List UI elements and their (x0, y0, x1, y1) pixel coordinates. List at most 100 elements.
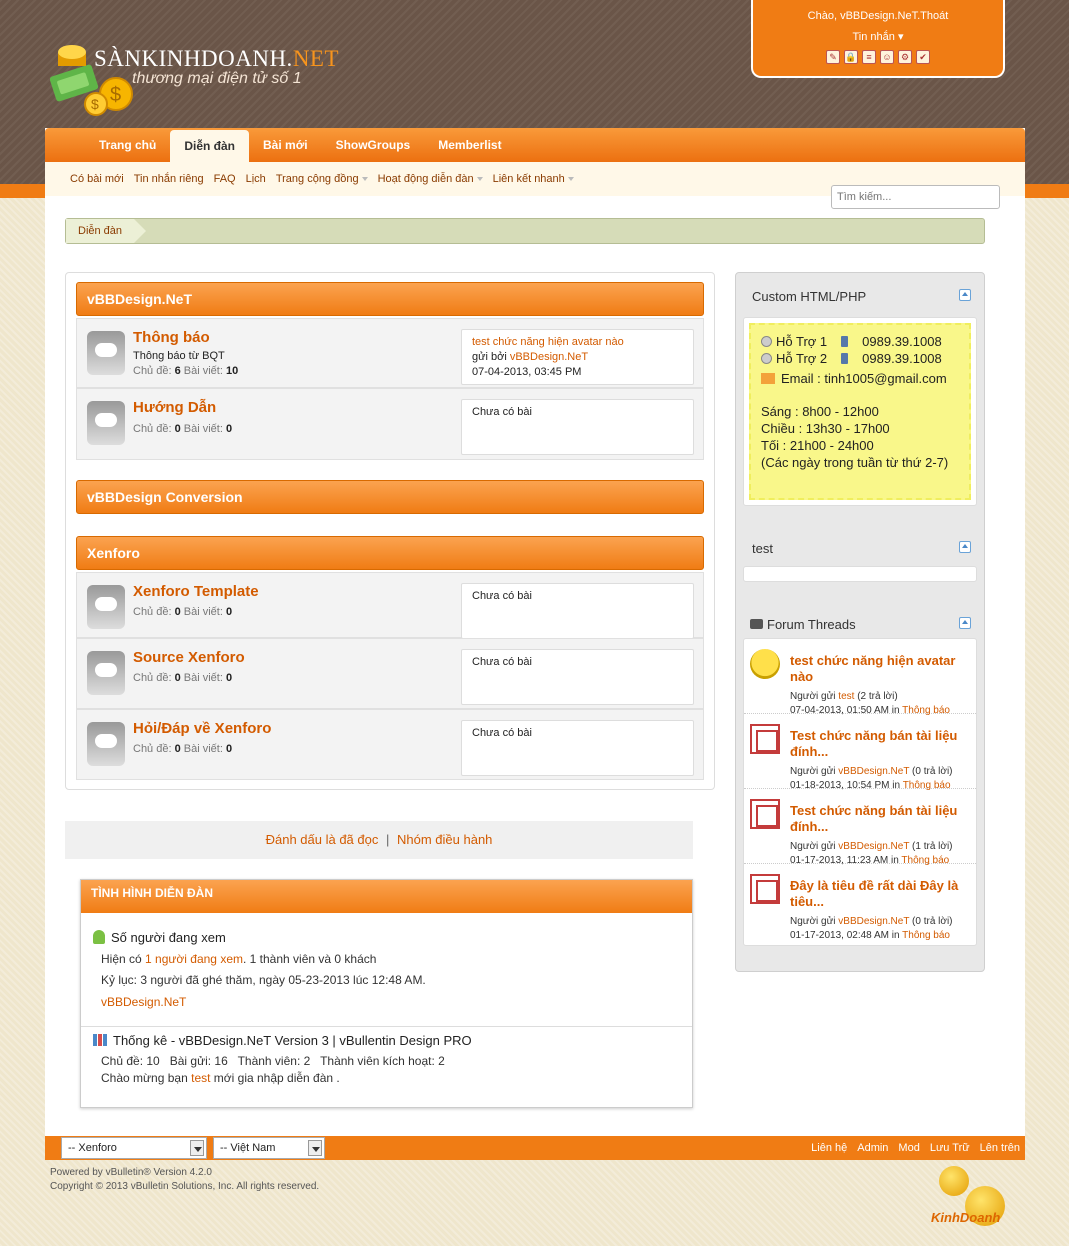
subnav-faq[interactable]: FAQ (209, 173, 241, 185)
tab-new-posts[interactable]: Bài mới (249, 128, 322, 162)
logo-title: SÀNKINHDOANH.NET (94, 46, 340, 71)
newest-member-link[interactable]: test (191, 1071, 210, 1085)
last-post-author-link[interactable]: vBBDesign.NeT (510, 351, 588, 363)
private-messages-link[interactable]: Tin nhắn ▾ (753, 30, 1003, 43)
stats-title: Thống kê - vBBDesign.NeT Version 3 | vBu… (93, 1033, 472, 1048)
tab-home[interactable]: Trang chủ (85, 128, 170, 162)
mark-read-link[interactable]: Đánh dấu là đã đọc (266, 832, 379, 847)
online-user-link[interactable]: vBBDesign.NeT (101, 995, 186, 1009)
user-greeting[interactable]: Chào, vBBDesign.NeT.Thoát (753, 10, 1003, 22)
tab-forum[interactable]: Diễn đàn (170, 130, 250, 162)
admin-link[interactable]: Admin (857, 1136, 888, 1160)
subnav-quick-links[interactable]: Liên kết nhanh (488, 173, 579, 185)
main-navbar: Trang chủ Diễn đàn Bài mới ShowGroups Me… (45, 128, 1025, 162)
forum-stats: Chủ đề: 0 Bài viết: 0 (133, 672, 233, 684)
sidebar-block-title: test (752, 541, 773, 556)
tab-showgroups[interactable]: ShowGroups (322, 128, 425, 162)
test-block (743, 566, 977, 582)
last-post-date: 07-04-2013, 03:45 PM (472, 366, 582, 378)
last-post-box: Chưa có bài (461, 399, 694, 455)
thread-item: Test chức năng bán tài liệu đính... Ngườ… (744, 789, 976, 866)
search-input[interactable] (831, 185, 1000, 209)
collapse-icon[interactable] (959, 289, 971, 301)
support-hours: Chiều : 13h30 - 17h00 (761, 421, 890, 436)
forum-description: Thông báo từ BQT (133, 350, 225, 362)
support-hours: Tối : 21h00 - 24h00 (761, 438, 874, 453)
thread-item: test chức năng hiện avatar nào Người gửi… (744, 639, 976, 716)
support-line-2: Hỗ Trợ 2 0989.39.1008 (761, 350, 959, 367)
sidebar-block-title: Forum Threads (750, 617, 856, 632)
sidebar-block-title: Custom HTML/PHP (752, 289, 867, 304)
back-to-top-link[interactable]: Lên trên (980, 1136, 1020, 1160)
moderators-link[interactable]: Nhóm điều hành (397, 832, 492, 847)
tools-icon[interactable]: ✔ (916, 50, 930, 64)
smiley-avatar-icon (750, 649, 780, 679)
breadcrumb-forum[interactable]: Diễn đàn (66, 219, 147, 243)
subnav-new-posts[interactable]: Có bài mới (65, 173, 129, 185)
category-header[interactable]: Xenforo (76, 536, 704, 570)
svg-text:$: $ (110, 84, 121, 106)
forum-status-icon (87, 585, 125, 629)
forum-title[interactable]: Thông báo (133, 329, 210, 346)
forum-stats: Chủ đề: 0 Bài viết: 0 (133, 743, 233, 755)
logo-slogan: thương mại điện tử số 1 (132, 70, 302, 87)
footer-logo-text: KinhDoanh (931, 1210, 1001, 1225)
thread-title[interactable]: test chức năng hiện avatar nào (790, 653, 968, 685)
last-post-title[interactable]: test chức năng hiện avatar nào (472, 335, 683, 350)
forum-stats: Chủ đề: 0 Bài viết: 0 (133, 423, 233, 435)
subnav-community[interactable]: Trang cộng đồng (271, 173, 373, 185)
threads-icon (750, 619, 763, 629)
no-posts-label: Chưa có bài (472, 656, 532, 668)
stats-chart-icon (93, 1034, 107, 1046)
forum-threads-block: test chức năng hiện avatar nào Người gửi… (743, 638, 977, 946)
forum-status-icon (87, 722, 125, 766)
collapse-icon[interactable] (959, 541, 971, 553)
svg-text:$: $ (91, 96, 99, 112)
online-users-link[interactable]: 1 người đang xem (145, 952, 243, 966)
category-header[interactable]: vBBDesign.NeT (76, 282, 704, 316)
copyright: Powered by vBulletin® Version 4.2.0 Copy… (50, 1166, 319, 1194)
seal-avatar-icon (750, 874, 780, 904)
online-record: Kỷ lục: 3 người đã ghé thăm, ngày 05-23-… (101, 973, 426, 987)
site-logo[interactable]: $ $ SÀNKINHDOANH.NET thương mại điện tử … (50, 40, 350, 120)
online-count: Hiện có 1 người đang xem. 1 thành viên v… (101, 952, 377, 966)
lock-icon[interactable]: 🔒 (844, 50, 858, 64)
thread-title[interactable]: Đây là tiêu đề rất dài Đây là tiêu... (790, 878, 968, 910)
forum-status-icon (87, 401, 125, 445)
divider (81, 1026, 692, 1027)
no-posts-label: Chưa có bài (472, 406, 532, 418)
support-block: Hỗ Trợ 1 0989.39.1008 Hỗ Trợ 2 0989.39.100… (743, 317, 977, 506)
category-header[interactable]: vBBDesign Conversion (76, 480, 704, 514)
style-select[interactable]: -- Xenforo (61, 1137, 207, 1159)
tab-memberlist[interactable]: Memberlist (424, 128, 515, 162)
powered-by: Powered by vBulletin® Version 4.2.0 (50, 1167, 212, 1178)
support-hours: (Các ngày trong tuần từ thứ 2-7) (761, 455, 949, 470)
mod-link[interactable]: Mod (898, 1136, 919, 1160)
phone-icon (841, 336, 849, 347)
thread-item: Test chức năng bán tài liệu đính... Ngườ… (744, 714, 976, 791)
users-icon[interactable]: ☺ (880, 50, 894, 64)
phone-icon (841, 353, 849, 364)
forum-stats: Chủ đề: 6 Bài viết: 10 (133, 365, 239, 377)
seal-avatar-icon (750, 799, 780, 829)
forum-status-icon (87, 651, 125, 695)
thread-title[interactable]: Test chức năng bán tài liệu đính... (790, 728, 968, 760)
collapse-icon[interactable] (959, 617, 971, 629)
archive-link[interactable]: Lưu Trữ (930, 1136, 970, 1160)
forum-status-box: Tình hình diễn đàn Số người đang xem Hiệ… (80, 879, 693, 1108)
forum-title[interactable]: Hướng Dẫn (133, 399, 216, 416)
last-post-box: Chưa có bài (461, 720, 694, 776)
contact-link[interactable]: Liên hệ (811, 1136, 847, 1160)
document-icon[interactable]: ≡ (862, 50, 876, 64)
subnav-calendar[interactable]: Lịch (241, 173, 271, 185)
forum-title[interactable]: Xenforo Template (133, 583, 259, 600)
user-quick-icons: ✎ 🔒 ≡ ☺ ⚙ ✔ (753, 50, 1003, 64)
thread-title[interactable]: Test chức năng bán tài liệu đính... (790, 803, 968, 835)
edit-icon[interactable]: ✎ (826, 50, 840, 64)
settings-icon[interactable]: ⚙ (898, 50, 912, 64)
language-select[interactable]: -- Việt Nam (213, 1137, 325, 1159)
subnav-private-messages[interactable]: Tin nhắn riêng (129, 173, 209, 185)
forum-title[interactable]: Hỏi/Đáp về Xenforo (133, 720, 271, 737)
subnav-forum-actions[interactable]: Hoạt động diễn đàn (373, 173, 488, 185)
forum-title[interactable]: Source Xenforo (133, 649, 245, 666)
